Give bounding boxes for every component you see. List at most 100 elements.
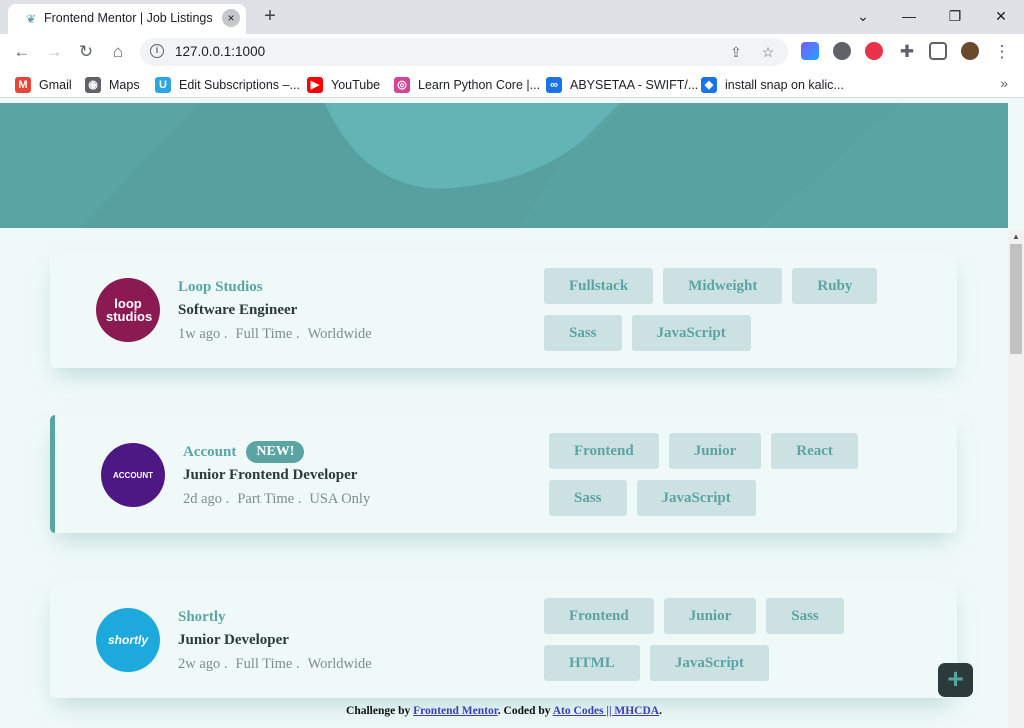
filter-tag[interactable]: Sass: [544, 315, 622, 351]
extension-red-icon[interactable]: [865, 42, 883, 60]
menu-kebab-icon[interactable]: ⋮: [990, 40, 1014, 64]
bookmark-label: install snap on kalic...: [725, 78, 844, 92]
contract-type: Part Time .: [237, 491, 302, 507]
bookmark-label: ABYSETAA - SWIFT/...: [570, 78, 699, 92]
frontend-mentor-link[interactable]: Frontend Mentor: [413, 705, 498, 717]
company-name: Account: [183, 443, 237, 460]
bookmark-label: Maps: [109, 78, 140, 92]
side-panel-icon[interactable]: [929, 42, 947, 60]
filter-tag[interactable]: HTML: [544, 645, 640, 681]
browser-tab[interactable]: ❦ Frontend Mentor | Job Listings ×: [8, 4, 246, 34]
footer-text: Challenge by: [346, 705, 414, 717]
frontend-mentor-favicon-icon: ❦: [25, 12, 37, 26]
bookmark-item[interactable]: ◉ Maps: [85, 76, 140, 94]
posted-at: 2d ago .: [183, 491, 230, 507]
footer-text: . Coded by: [497, 705, 553, 717]
bookmark-star-icon[interactable]: ☆: [758, 42, 778, 62]
close-window-button[interactable]: ✕: [978, 2, 1024, 30]
tab-title: Frontend Mentor | Job Listings: [44, 11, 213, 25]
extension-globe-icon[interactable]: [833, 42, 851, 60]
filter-tag[interactable]: Sass: [549, 480, 627, 516]
bookmark-item[interactable]: ◎ Learn Python Core |...: [394, 76, 540, 94]
add-button[interactable]: +: [938, 663, 973, 697]
restore-button[interactable]: ❐: [932, 2, 978, 30]
posted-at: 2w ago .: [178, 656, 228, 672]
bookmark-label: Edit Subscriptions –...: [179, 78, 300, 92]
filter-tag[interactable]: JavaScript: [636, 480, 756, 516]
contract-type: Full Time .: [235, 656, 300, 672]
job-info: Shortly Junior Developer 2w ago . Full T…: [178, 606, 380, 673]
job-meta: 2w ago . Full Time . Worldwide: [178, 656, 380, 673]
tab-strip: ❦ Frontend Mentor | Job Listings × + ⌄ —…: [0, 0, 1024, 34]
job-meta: 1w ago . Full Time . Worldwide: [178, 326, 380, 343]
tab-search-button[interactable]: ⌄: [840, 2, 886, 30]
job-location: Worldwide: [307, 326, 372, 342]
maps-icon: ◉: [85, 77, 101, 93]
bookmark-label: YouTube: [331, 78, 381, 92]
minimize-button[interactable]: —: [886, 2, 932, 30]
bookmark-item[interactable]: ∞ ABYSETAA - SWIFT/...: [546, 76, 698, 94]
sololearn-icon: ◎: [394, 77, 410, 93]
filter-tag[interactable]: Frontend: [549, 433, 659, 469]
job-tags: Frontend Junior React Sass JavaScript: [549, 433, 929, 516]
forward-arrow-icon[interactable]: →: [42, 40, 66, 64]
page-footer: Challenge by Frontend Mentor. Coded by A…: [0, 705, 1008, 717]
page-viewport: loop studios Loop Studios Software Engin…: [0, 103, 1008, 728]
infinity-icon: ∞: [546, 77, 562, 93]
scroll-thumb[interactable]: [1010, 244, 1022, 354]
reload-icon[interactable]: ↻: [74, 40, 98, 64]
bookmark-label: Gmail: [39, 78, 72, 92]
browser-toolbar: ← → ↻ ⌂ i 127.0.0.1:1000 ⇪ ☆ ✚ ⋮: [0, 34, 1024, 70]
filter-tag[interactable]: Ruby: [792, 268, 878, 304]
profile-avatar[interactable]: [961, 42, 979, 60]
site-info-icon[interactable]: i: [150, 44, 164, 58]
drop-icon: ◆: [701, 77, 717, 93]
filter-tag[interactable]: Frontend: [544, 598, 654, 634]
bookmarks-bar: M Gmail ◉ Maps U Edit Subscriptions –... ▶ YouT…: [0, 70, 1024, 98]
company-name: Loop Studios: [178, 278, 263, 295]
scrollbar[interactable]: ▲: [1008, 230, 1024, 728]
filter-tag[interactable]: React: [771, 433, 858, 469]
company-logo-text: shortly: [107, 633, 148, 647]
author-link[interactable]: Ato Codes || MHCDA: [553, 705, 659, 717]
job-tags: Frontend Junior Sass HTML JavaScript: [544, 598, 924, 681]
job-info: Account NEW! Junior Frontend Developer 2…: [183, 441, 378, 508]
share-icon[interactable]: ⇪: [726, 42, 746, 62]
company-logo-text: loop studios: [106, 296, 153, 324]
new-badge: NEW!: [246, 441, 305, 463]
filter-tag[interactable]: Junior: [668, 433, 762, 469]
bookmark-item[interactable]: ▶ YouTube: [307, 76, 380, 94]
tab-close-button[interactable]: ×: [222, 9, 240, 27]
puzzle-extensions-icon[interactable]: ✚: [895, 40, 919, 64]
bookmarks-overflow-icon[interactable]: »: [1000, 75, 1008, 91]
bookmark-item[interactable]: U Edit Subscriptions –...: [155, 76, 300, 94]
home-icon[interactable]: ⌂: [106, 40, 130, 64]
filter-tag[interactable]: Fullstack: [544, 268, 654, 304]
new-tab-button[interactable]: +: [259, 5, 281, 27]
job-location: Worldwide: [307, 656, 372, 672]
filter-tag[interactable]: Junior: [663, 598, 757, 634]
job-position[interactable]: Software Engineer: [178, 302, 380, 319]
scroll-up-arrow-icon[interactable]: ▲: [1012, 232, 1020, 241]
extension-icon[interactable]: [801, 42, 819, 60]
filter-tag[interactable]: Midweight: [663, 268, 783, 304]
job-position[interactable]: Junior Frontend Developer: [183, 467, 378, 484]
job-info: Loop Studios Software Engineer 1w ago . …: [178, 276, 380, 343]
gmail-icon: M: [15, 77, 31, 93]
udemy-icon: U: [155, 77, 171, 93]
posted-at: 1w ago .: [178, 326, 228, 342]
filter-tag[interactable]: Sass: [766, 598, 844, 634]
bookmark-label: Learn Python Core |...: [418, 78, 541, 92]
filter-tag[interactable]: JavaScript: [631, 315, 751, 351]
job-position[interactable]: Junior Developer: [178, 632, 380, 649]
filter-tag[interactable]: JavaScript: [649, 645, 770, 681]
back-arrow-icon[interactable]: ←: [10, 40, 34, 64]
company-logo: loop studios: [96, 278, 160, 342]
bookmark-item[interactable]: M Gmail: [15, 76, 72, 94]
address-url[interactable]: 127.0.0.1:1000: [175, 44, 265, 59]
job-card: loop studios Loop Studios Software Engin…: [50, 250, 957, 368]
job-card: ACCOUNT Account NEW! Junior Frontend Dev…: [50, 415, 957, 533]
bookmark-item[interactable]: ◆ install snap on kalic...: [701, 76, 844, 94]
company-logo: ACCOUNT: [101, 443, 165, 507]
address-bar[interactable]: i 127.0.0.1:1000 ⇪ ☆: [140, 38, 788, 66]
